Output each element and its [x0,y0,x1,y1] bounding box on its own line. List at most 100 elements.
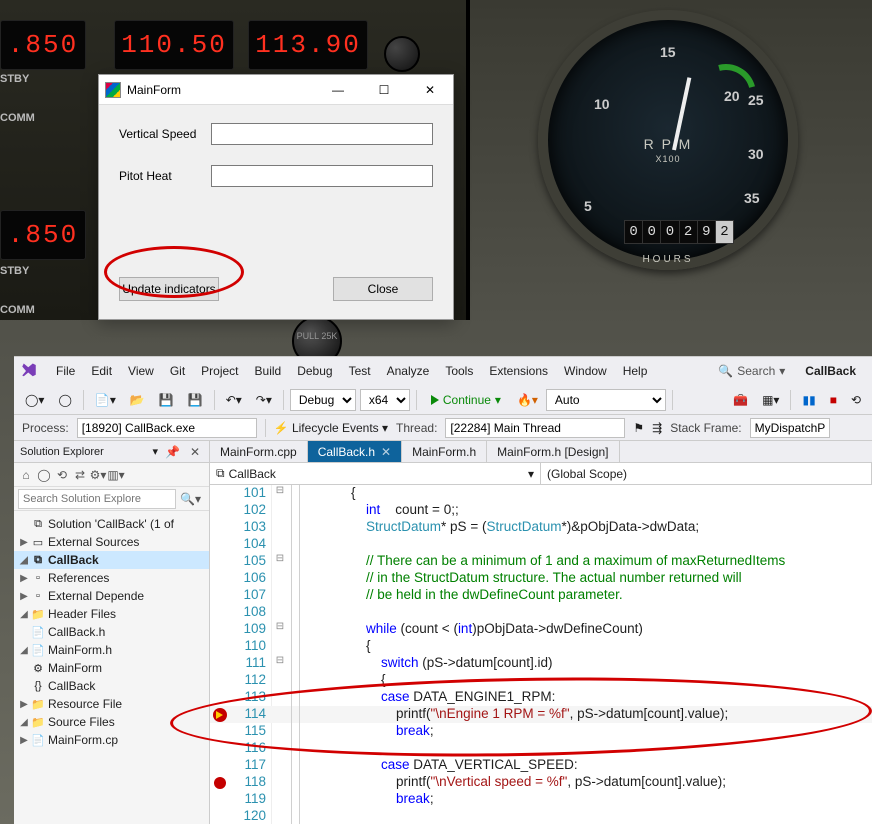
tree-node[interactable]: ⚙MainForm [14,659,209,677]
code-line[interactable]: 107 // be held in the dwDefineCount para… [210,587,872,604]
open-button[interactable]: 📂 [125,390,150,410]
code-line[interactable]: 109⊟ while (count < (int)pObjData->dwDef… [210,621,872,638]
solution-search-input[interactable] [18,489,176,509]
tree-node[interactable]: ◢⧉CallBack [14,551,209,569]
breakpoint-icon[interactable] [214,777,226,789]
close-button[interactable]: Close [333,277,433,301]
toolbox-button[interactable]: 🧰 [728,390,753,410]
tree-node[interactable]: 📄CallBack.h [14,623,209,641]
show-all-icon[interactable]: ▥▾ [108,467,124,483]
nav-fwd-button[interactable]: ◯ [53,390,76,410]
code-line[interactable]: 104 [210,536,872,553]
code-line[interactable]: 112 { [210,672,872,689]
thread-dropdown[interactable] [445,418,625,438]
tree-node[interactable]: ▶▫External Depende [14,587,209,605]
code-line[interactable]: 120 [210,808,872,824]
search-icon[interactable]: 🔍▾ [176,492,205,506]
filter-icon[interactable]: ⚙▾ [90,467,106,483]
code-line[interactable]: 113 case DATA_ENGINE1_RPM: [210,689,872,706]
tree-node[interactable]: ▶▭External Sources [14,533,209,551]
tree-node[interactable]: ▶📁Resource File [14,695,209,713]
editor-tabs[interactable]: MainForm.cppCallBack.h✕MainForm.hMainFor… [210,441,872,463]
code-line[interactable]: 101⊟ { [210,485,872,502]
minimize-button[interactable]: — [315,75,361,105]
menu-build[interactable]: Build [247,360,290,382]
tree-node[interactable]: ▶📄MainForm.cp [14,731,209,749]
config-dropdown[interactable]: Debug [290,389,356,411]
code-line[interactable]: 111⊟ switch (pS->datum[count].id) [210,655,872,672]
menu-test[interactable]: Test [341,360,379,382]
code-line[interactable]: 119 break; [210,791,872,808]
debug-restart-button[interactable]: ⟲ [846,390,866,410]
code-line[interactable]: 110 { [210,638,872,655]
code-line[interactable]: 114 printf("\nEngine 1 RPM = %f", pS->da… [210,706,872,723]
code-line[interactable]: 116 [210,740,872,757]
tree-node[interactable]: ▶▫References [14,569,209,587]
mainform-titlebar[interactable]: MainForm — ☐ ✕ [99,75,453,105]
close-tab-icon[interactable]: ✕ [381,445,391,459]
tree-node[interactable]: {}CallBack [14,677,209,695]
menu-tools[interactable]: Tools [437,360,481,382]
menu-project[interactable]: Project [193,360,246,382]
menu-window[interactable]: Window [556,360,615,382]
update-indicators-button[interactable]: Update indicators [119,277,219,301]
editor-tab[interactable]: MainForm.h [Design] [487,441,619,462]
menu-help[interactable]: Help [615,360,656,382]
pitot-heat-input[interactable] [211,165,433,187]
nav-back-button[interactable]: ◯▾ [20,390,49,410]
process-dropdown[interactable] [77,418,257,438]
auto-dropdown[interactable]: Auto [546,389,666,411]
flag-button[interactable]: ⚑ [633,421,644,435]
hot-reload-button[interactable]: 🔥▾ [513,391,542,409]
code-line[interactable]: 115 break; [210,723,872,740]
platform-dropdown[interactable]: x64 [360,389,410,411]
code-line[interactable]: 117 case DATA_VERTICAL_SPEED: [210,757,872,774]
menu-git[interactable]: Git [162,360,193,382]
save-button[interactable]: 💾 [154,390,179,410]
menu-analyze[interactable]: Analyze [379,360,438,382]
layout-button[interactable]: ▦▾ [757,390,784,410]
chevron-down-icon[interactable]: ▾ [152,445,158,458]
back-icon[interactable]: ◯ [36,467,52,483]
editor-tab[interactable]: CallBack.h✕ [308,441,402,462]
vs-search[interactable]: 🔍 Search ▾ [710,360,793,382]
solution-tree[interactable]: ⧉Solution 'CallBack' (1 of▶▭External Sou… [14,511,209,824]
debug-pause-button[interactable]: ▮▮ [797,390,820,410]
continue-button[interactable]: Continue ▾ [423,391,509,409]
navbar-scope-right[interactable]: (Global Scope) [541,463,872,484]
sync-icon[interactable]: ⟲ [54,467,70,483]
code-line[interactable]: 108 [210,604,872,621]
code-line[interactable]: 103 StructDatum* pS = (StructDatum*)&pOb… [210,519,872,536]
code-line[interactable]: 118 printf("\nVertical speed = %f", pS->… [210,774,872,791]
menu-extensions[interactable]: Extensions [481,360,556,382]
tree-node[interactable]: ◢📁Source Files [14,713,209,731]
maximize-button[interactable]: ☐ [361,75,407,105]
tree-node[interactable]: ⧉Solution 'CallBack' (1 of [14,515,209,533]
code-area[interactable]: 101⊟ {102 int count = 0;;103 StructDatum… [210,485,872,824]
menu-debug[interactable]: Debug [289,360,340,382]
vertical-speed-input[interactable] [211,123,433,145]
threads-button[interactable]: ⇶ [652,421,662,435]
mainform-window[interactable]: MainForm — ☐ ✕ Vertical Speed Pitot Heat… [98,74,454,320]
pin-icon[interactable]: 📌 [162,445,183,459]
lifecycle-button[interactable]: ⚡ Lifecycle Events ▾ [274,421,388,435]
menu-file[interactable]: File [48,360,83,382]
close-window-button[interactable]: ✕ [407,75,453,105]
navbar-scope-left[interactable]: ⧉ CallBack ▾ [210,463,541,484]
tree-node[interactable]: ◢📁Header Files [14,605,209,623]
stack-frame-dropdown[interactable] [750,418,830,438]
close-pane-icon[interactable]: ✕ [187,445,203,459]
undo-button[interactable]: ↶▾ [221,390,247,410]
menu-edit[interactable]: Edit [83,360,120,382]
code-line[interactable]: 102 int count = 0;; [210,502,872,519]
solution-explorer-search[interactable]: 🔍▾ [14,487,209,511]
redo-button[interactable]: ↷▾ [251,390,277,410]
code-line[interactable]: 106 // in the StructDatum structure. The… [210,570,872,587]
current-line-icon[interactable] [213,708,227,722]
switch-icon[interactable]: ⇄ [72,467,88,483]
code-line[interactable]: 105⊟ // There can be a minimum of 1 and … [210,553,872,570]
tree-node[interactable]: ◢📄MainForm.h [14,641,209,659]
save-all-button[interactable]: 💾 [183,390,208,410]
debug-stop-button[interactable]: ■ [825,390,842,410]
editor-tab[interactable]: MainForm.h [402,441,487,462]
